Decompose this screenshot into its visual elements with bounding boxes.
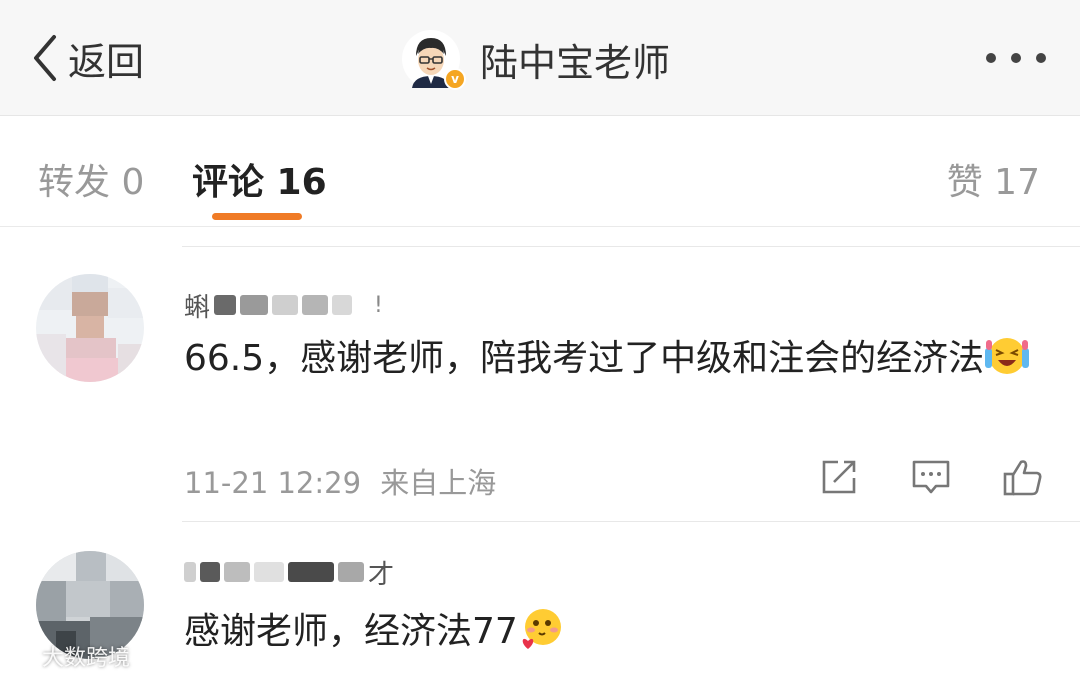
commenter-name-text: 蝌: [184, 292, 211, 323]
comment-actions: [818, 456, 1044, 498]
redacted-name-block: [214, 295, 237, 315]
profile-name: 陆中宝老师: [480, 40, 671, 85]
active-tab-indicator: [212, 213, 302, 220]
comment-time: 11-21 12:29: [184, 466, 362, 500]
redacted-name-block: [200, 562, 220, 582]
verified-badge-icon: v: [444, 68, 466, 90]
comment-text: 66.5，感谢老师，陪我考过了中级和注会的经济法: [184, 330, 1044, 388]
commenter-avatar[interactable]: [36, 274, 144, 382]
comment-text-content: 感谢老师，经济法77: [184, 611, 518, 652]
watermark-text: 大数跨境: [42, 646, 131, 671]
comment-item: 才 感谢老师，经济法77: [0, 521, 1080, 676]
redacted-name-block: [288, 562, 334, 582]
commenter-name-tail: 才: [368, 559, 395, 590]
pixelated-avatar-image: [36, 274, 144, 382]
reply-comment-icon[interactable]: [910, 456, 952, 498]
more-dot-icon: [986, 53, 996, 63]
redacted-name-block: [184, 562, 196, 582]
comment-location: 来自上海: [380, 466, 497, 500]
back-label: 返回: [68, 39, 145, 84]
tab-bar: 转发 0 评论 16 赞 17: [0, 117, 1080, 227]
redacted-name-block: [332, 295, 353, 315]
profile-header[interactable]: v 陆中宝老师: [402, 28, 670, 90]
redacted-name-block: [302, 295, 329, 315]
comment-item: 蝌 ! 66.5，感谢老师，陪我考过了中级和注会的经济法 11-21 12:29…: [0, 246, 1080, 521]
laughing-crying-emoji: [985, 338, 1030, 374]
chevron-left-icon: [34, 35, 56, 81]
watermark-logo-icon: [12, 645, 34, 666]
redacted-name-block: [338, 562, 364, 582]
redacted-name-block: [240, 295, 269, 315]
redacted-name-block: [254, 562, 284, 582]
more-dot-icon: [1011, 53, 1021, 63]
comment-text: 感谢老师，经济法77: [184, 603, 1044, 661]
commenter-name[interactable]: 才: [184, 555, 395, 590]
commenter-name-tail: !: [374, 292, 383, 318]
commenter-name[interactable]: 蝌 !: [184, 288, 383, 323]
redacted-name-block: [272, 295, 299, 315]
share-icon[interactable]: [818, 456, 860, 498]
blushing-heart-emoji: [522, 609, 561, 649]
avatar[interactable]: v: [402, 30, 466, 90]
back-button[interactable]: 返回: [30, 30, 144, 86]
comment-text-content: 66.5，感谢老师，陪我考过了中级和注会的经济法: [184, 338, 985, 379]
comment-meta: 11-21 12:29 来自上海: [184, 460, 496, 502]
tab-repost[interactable]: 转发 0: [38, 153, 144, 205]
more-options-button[interactable]: [986, 50, 1046, 66]
tab-likes[interactable]: 赞 17: [947, 153, 1040, 205]
tab-comments[interactable]: 评论 16: [192, 153, 327, 205]
redacted-name-block: [224, 562, 250, 582]
more-dot-icon: [1036, 53, 1046, 63]
like-thumbs-up-icon[interactable]: [1002, 456, 1044, 498]
top-bar: 返回 v 陆中宝老师: [0, 0, 1080, 116]
watermark: 大数跨境: [10, 640, 130, 672]
